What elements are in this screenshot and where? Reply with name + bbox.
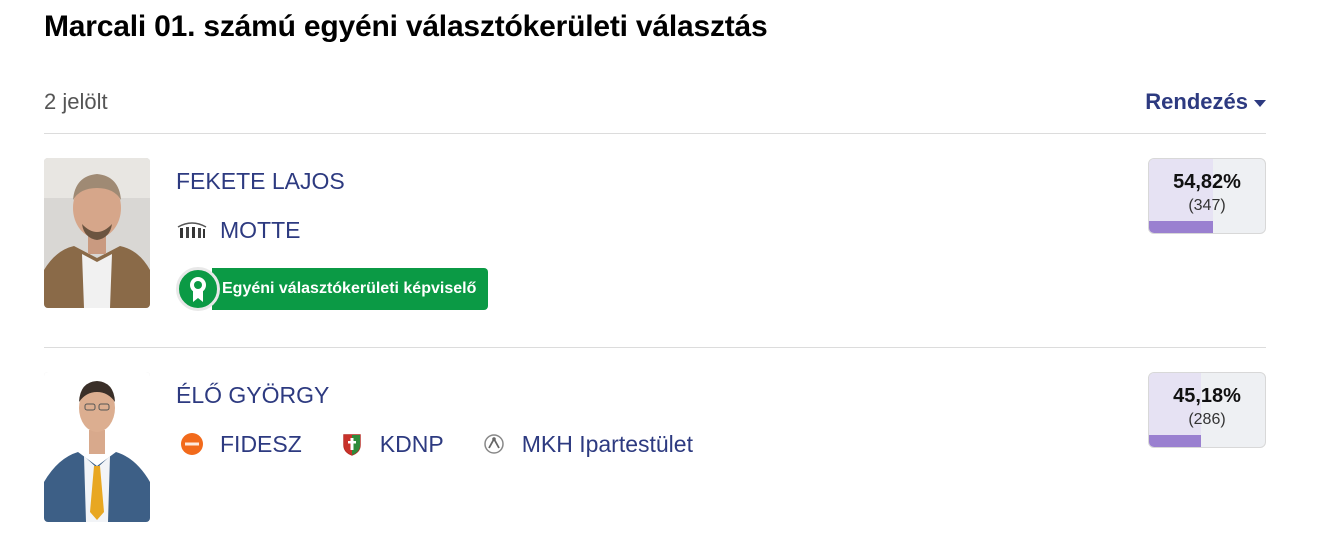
badge-label: Egyéni választókerületi képviselő — [212, 268, 489, 310]
candidate-name-link[interactable]: ÉLŐ GYÖRGY — [176, 382, 329, 409]
party-item[interactable]: FIDESZ — [176, 428, 302, 460]
sort-label: Rendezés — [1145, 89, 1248, 114]
kdnp-logo-icon — [336, 428, 368, 460]
result-box: 45,18% (286) — [1148, 372, 1266, 448]
fidesz-logo-icon — [176, 428, 208, 460]
result-percent: 45,18% — [1173, 385, 1241, 407]
divider — [44, 133, 1266, 134]
candidate-name-link[interactable]: FEKETE LAJOS — [176, 168, 345, 195]
result-percent: 54,82% — [1173, 171, 1241, 193]
result-box: 54,82% (347) — [1148, 158, 1266, 234]
candidate-row: FEKETE LAJOS MOTTE Egyéni választókerüle… — [44, 158, 1266, 318]
motte-logo-icon — [176, 214, 208, 246]
result-votes: (286) — [1188, 411, 1226, 428]
result-bar — [1149, 221, 1213, 233]
party-item[interactable]: MKH Ipartestület — [478, 428, 693, 460]
candidate-photo — [44, 158, 150, 308]
list-header: 2 jelölt Rendezés — [44, 88, 1266, 116]
mkh-logo-icon — [478, 428, 510, 460]
page-title: Marcali 01. számú egyéni választókerület… — [44, 10, 768, 43]
caret-down-icon — [1254, 99, 1266, 107]
candidate-count: 2 jelölt — [44, 89, 108, 114]
party-label: KDNP — [379, 430, 444, 457]
party-item[interactable]: MOTTE — [176, 214, 301, 246]
party-item[interactable]: KDNP — [336, 428, 444, 460]
party-label: FIDESZ — [220, 430, 302, 457]
sort-dropdown[interactable]: Rendezés — [1145, 89, 1266, 115]
result-votes: (347) — [1188, 197, 1226, 214]
divider — [44, 347, 1266, 348]
award-ribbon-icon — [176, 267, 220, 311]
party-label: MOTTE — [220, 216, 301, 243]
party-list: FIDESZ KDNP MKH Ipartestület — [176, 428, 693, 460]
result-bar — [1149, 435, 1202, 447]
candidate-row: ÉLŐ GYÖRGY FIDESZ KDNP MKH Ipartestület … — [44, 372, 1266, 532]
party-label: MKH Ipartestület — [521, 430, 693, 457]
candidate-photo — [44, 372, 150, 522]
party-list: MOTTE — [176, 214, 301, 246]
winner-badge: Egyéni választókerületi képviselő — [176, 267, 489, 311]
